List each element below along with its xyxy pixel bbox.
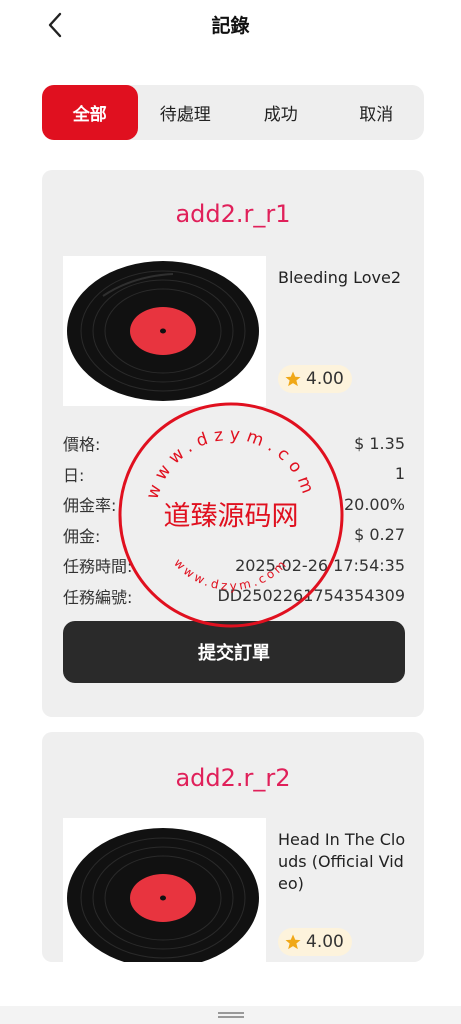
star-icon	[285, 371, 301, 387]
detail-value: $ 0.27	[354, 525, 405, 545]
submit-order-button[interactable]: 提交訂單	[63, 621, 405, 683]
vinyl-record-icon	[67, 828, 259, 962]
detail-row-commission-rate: 佣金率: 20.00%	[63, 489, 405, 520]
detail-label: 價格:	[63, 435, 101, 455]
detail-label: 佣金率:	[63, 496, 117, 516]
header: 記錄	[0, 0, 461, 50]
order-card: add2.r_r2 Head In The Clouds (Official V…	[42, 732, 424, 962]
detail-label: 日:	[63, 465, 85, 485]
order-card: add2.r_r1 Bleeding Love2 4.00 價格: $ 1.35…	[42, 170, 424, 717]
tab-all[interactable]: 全部	[42, 85, 138, 140]
detail-row-commission: 佣金: $ 0.27	[63, 520, 405, 551]
order-title: add2.r_r1	[175, 200, 291, 228]
tab-pending[interactable]: 待處理	[138, 85, 234, 140]
page-title: 記錄	[211, 15, 250, 37]
bottom-bar	[0, 1006, 461, 1024]
tab-success[interactable]: 成功	[233, 85, 329, 140]
detail-value: $ 1.35	[354, 433, 405, 453]
rating-badge: 4.00	[278, 928, 352, 956]
rating-value: 4.00	[306, 932, 344, 952]
detail-value: 1	[394, 464, 405, 484]
rating-badge: 4.00	[278, 365, 352, 393]
detail-value: 2025-02-26 17:54:35	[235, 555, 405, 575]
detail-row-day: 日: 1	[63, 459, 405, 490]
detail-row-task-id: 任務編號: DD2502261754354309	[63, 581, 405, 612]
tab-cancelled[interactable]: 取消	[329, 85, 425, 140]
detail-value: 20.00%	[343, 494, 405, 514]
detail-label: 任務編號:	[63, 587, 133, 607]
status-tabs: 全部 待處理 成功 取消	[42, 85, 424, 140]
product-name: Bleeding Love2	[278, 268, 402, 287]
detail-row-task-time: 任務時間: 2025-02-26 17:54:35	[63, 550, 405, 581]
detail-label: 任務時間:	[63, 557, 133, 577]
product-image	[63, 818, 266, 962]
rating-value: 4.00	[306, 369, 344, 389]
drag-handle-icon[interactable]	[217, 1012, 244, 1018]
order-title: add2.r_r2	[175, 764, 291, 792]
product-name: Head In The Clouds (Official Video)	[278, 830, 406, 893]
product-image	[63, 256, 266, 406]
detail-row-price: 價格: $ 1.35	[63, 428, 405, 459]
detail-value: DD2502261754354309	[217, 586, 405, 606]
detail-label: 佣金:	[63, 526, 101, 546]
order-details: 價格: $ 1.35 日: 1 佣金率: 20.00% 佣金: $ 0.27 任…	[63, 428, 405, 611]
vinyl-record-icon	[67, 261, 259, 401]
star-icon	[285, 934, 301, 950]
